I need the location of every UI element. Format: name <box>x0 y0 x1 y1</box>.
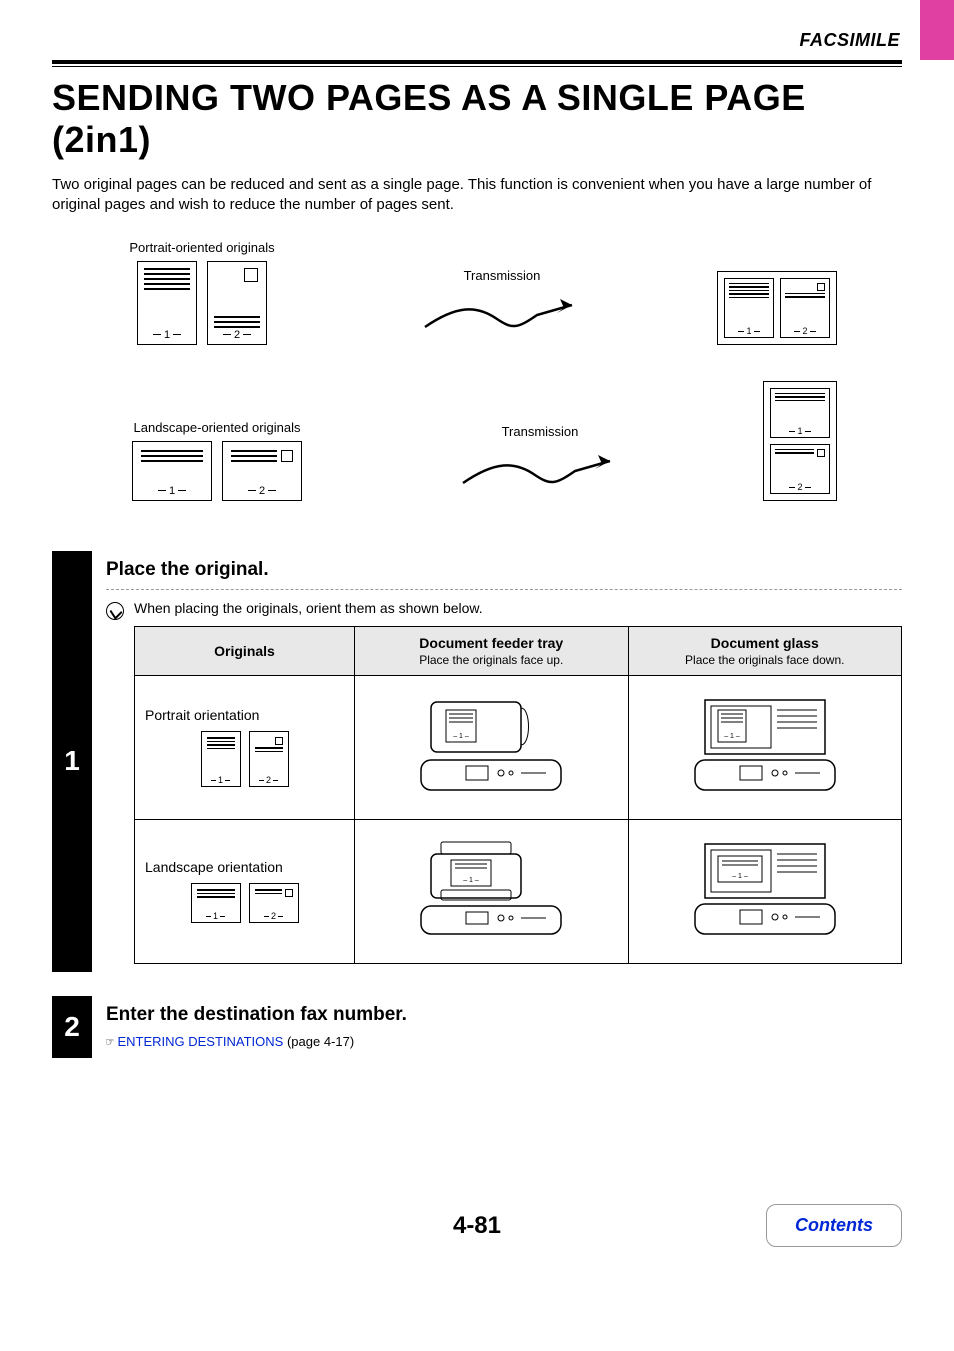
result-page-portrait: 1 2 <box>717 271 837 345</box>
mini-num-l1: 1 <box>192 911 240 921</box>
mini-page-2: 2 <box>249 731 289 787</box>
steps-list: 1 Place the original. When placing the o… <box>52 551 902 1058</box>
col-feeder: Document feeder tray Place the originals… <box>355 626 629 675</box>
result-number-1: 1 <box>725 326 773 336</box>
pencil-note-icon <box>106 602 124 620</box>
rule-thin <box>52 66 902 67</box>
page-number-1: 1 <box>138 329 196 341</box>
page-number-l1: 1 <box>133 485 211 497</box>
entering-destinations-link[interactable]: ENTERING DESTINATIONS <box>117 1034 283 1049</box>
landscape-label: Landscape-oriented originals <box>134 420 301 435</box>
col-originals: Originals <box>135 626 355 675</box>
result-number-l1: 1 <box>771 426 829 436</box>
step-1: 1 Place the original. When placing the o… <box>52 551 902 972</box>
row-landscape: Landscape orientation 1 2 <box>135 819 902 963</box>
col-glass-sub: Place the originals face down. <box>639 653 892 667</box>
rule-thick <box>52 60 902 64</box>
page-number: 4-81 <box>453 1212 501 1240</box>
step-1-note: When placing the originals, orient them … <box>134 600 902 616</box>
svg-text:– 1 –: – 1 – <box>463 877 479 884</box>
pointer-icon: ☞ <box>106 1035 114 1050</box>
page-thumb-land-2: 2 <box>222 441 302 501</box>
page-thumb-1: 1 <box>137 261 197 345</box>
row-portrait-label: Portrait orientation <box>145 707 344 723</box>
contents-button[interactable]: Contents <box>766 1204 902 1247</box>
svg-text:– 1 –: – 1 – <box>732 873 748 880</box>
feeder-device-portrait: – 1 – <box>411 690 571 805</box>
page-thumb-land-1: 1 <box>132 441 212 501</box>
portrait-label: Portrait-oriented originals <box>129 240 274 255</box>
result-number-l2: 2 <box>771 482 829 492</box>
divider <box>106 589 902 590</box>
mini-page-l2: 2 <box>249 883 299 923</box>
col-glass: Document glass Place the originals face … <box>628 626 902 675</box>
col-feeder-sub: Place the originals face up. <box>365 653 618 667</box>
glass-device-portrait: – 1 – <box>685 690 845 805</box>
mini-page-l1: 1 <box>191 883 241 923</box>
landscape-row: Landscape-oriented originals 1 2 <box>117 381 837 501</box>
result-number-2: 2 <box>781 326 829 336</box>
glass-device-landscape: – 1 – <box>685 834 845 949</box>
step-number-2: 2 <box>52 996 92 1058</box>
section-header: FACSIMILE <box>799 30 900 51</box>
step-number-1: 1 <box>52 551 92 972</box>
svg-text:– 1 –: – 1 – <box>453 733 469 740</box>
arrow-icon <box>455 451 625 491</box>
page-footer: 4-81 Contents <box>0 1196 954 1256</box>
col-feeder-title: Document feeder tray <box>419 635 563 651</box>
mini-num-2: 2 <box>250 775 288 785</box>
page-number-l2: 2 <box>223 485 301 497</box>
svg-text:– 1 –: – 1 – <box>724 733 740 740</box>
arrow-icon <box>417 295 587 335</box>
link-page-ref: (page 4-17) <box>283 1034 354 1049</box>
feeder-device-landscape: – 1 – <box>411 834 571 949</box>
accent-bar <box>920 0 954 60</box>
mini-num-1: 1 <box>202 775 240 785</box>
step-2: 2 Enter the destination fax number. ☞ EN… <box>52 996 902 1058</box>
transmission-label-2: Transmission <box>502 424 579 439</box>
intro-text: Two original pages can be reduced and se… <box>52 175 902 216</box>
mini-num-l2: 2 <box>250 911 298 921</box>
step-1-title: Place the original. <box>106 559 902 581</box>
orientation-diagrams: Portrait-oriented originals 1 2 Transmis… <box>117 240 837 501</box>
page-title: SENDING TWO PAGES AS A SINGLE PAGE (2in1… <box>52 77 902 161</box>
row-landscape-label: Landscape orientation <box>145 859 344 875</box>
mini-page-1: 1 <box>201 731 241 787</box>
page-thumb-2: 2 <box>207 261 267 345</box>
page-number-2: 2 <box>208 329 266 341</box>
col-glass-title: Document glass <box>711 635 819 651</box>
transmission-label: Transmission <box>464 268 541 283</box>
orientation-table: Originals Document feeder tray Place the… <box>134 626 902 964</box>
step-2-title: Enter the destination fax number. <box>106 1004 902 1026</box>
result-page-landscape: 1 2 <box>763 381 837 501</box>
portrait-row: Portrait-oriented originals 1 2 Transmis… <box>117 240 837 345</box>
row-portrait: Portrait orientation 1 2 <box>135 675 902 819</box>
